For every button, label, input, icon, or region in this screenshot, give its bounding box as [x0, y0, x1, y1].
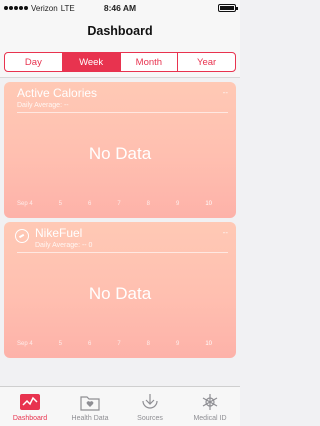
tab-medical-id[interactable]: Medical ID	[180, 387, 240, 426]
tab-label: Sources	[137, 415, 163, 422]
x-tick-label: 5	[58, 341, 63, 347]
segment-week[interactable]: Week	[62, 53, 121, 71]
card-subtitle: Daily Average: -- 0	[35, 242, 93, 249]
x-tick-label: 9	[175, 341, 180, 347]
chart-x-axis: Sep 4 5 6 7 8 9 10	[17, 201, 212, 207]
card-value: --	[222, 88, 228, 97]
x-tick-label: Sep 4	[17, 341, 33, 347]
x-tick-label: 10	[205, 201, 212, 207]
status-right	[156, 4, 238, 12]
x-tick-label: 9	[175, 201, 180, 207]
signal-strength-icon	[4, 6, 28, 10]
x-tick-label: 7	[117, 341, 121, 347]
nav-bar: Dashboard	[0, 16, 240, 46]
tab-health-data[interactable]: Health Data	[60, 387, 120, 426]
tab-label: Health Data	[71, 415, 109, 422]
dashboard-icon	[19, 392, 41, 412]
page-title: Dashboard	[87, 24, 153, 38]
active-calories-card[interactable]: Active Calories -- Daily Average: -- No …	[4, 82, 236, 218]
tab-label: Medical ID	[193, 415, 227, 422]
carrier-label: Verizon	[31, 3, 58, 13]
tab-sources[interactable]: Sources	[120, 387, 180, 426]
x-tick-label: 5	[58, 201, 63, 207]
card-value: --	[222, 228, 228, 237]
x-tick-label: 7	[117, 201, 121, 207]
medical-id-icon	[199, 392, 221, 412]
network-label: LTE	[60, 3, 75, 13]
x-tick-label: Sep 4	[17, 201, 33, 207]
sources-icon	[139, 392, 161, 412]
x-tick-label: 8	[146, 201, 150, 207]
segment-year[interactable]: Year	[178, 53, 235, 71]
chart-x-axis: Sep 4 5 6 7 8 9 10	[17, 341, 212, 347]
tab-dashboard[interactable]: Dashboard	[0, 387, 60, 426]
card-subtitle: Daily Average: --	[17, 102, 69, 109]
segment-container: Day Week Month Year	[0, 46, 240, 78]
tab-label: Dashboard	[12, 415, 48, 422]
x-tick-label: 6	[88, 201, 92, 207]
card-title: Active Calories	[17, 86, 98, 100]
no-data-message: No Data	[88, 144, 152, 163]
period-segmented-control: Day Week Month Year	[4, 52, 236, 72]
tab-bar: Dashboard Health Data Sources Medical ID	[0, 386, 240, 426]
status-left: Verizon LTE	[4, 4, 84, 13]
segment-day[interactable]: Day	[5, 53, 63, 71]
x-tick-label: 8	[146, 341, 150, 347]
health-data-icon	[79, 392, 101, 412]
x-tick-label: 10	[205, 341, 212, 347]
card-divider	[17, 112, 228, 113]
x-tick-label: 6	[88, 341, 92, 347]
battery-icon	[218, 4, 238, 12]
card-divider	[17, 252, 228, 253]
no-data-message: No Data	[88, 284, 152, 303]
activity-icon	[15, 229, 29, 243]
segment-month[interactable]: Month	[121, 53, 179, 71]
status-bar: Verizon LTE 8:46 AM	[0, 0, 240, 16]
nikefuel-card[interactable]: NikeFuel -- Daily Average: -- 0 No Data …	[4, 222, 236, 358]
status-time: 8:46 AM	[103, 3, 137, 13]
card-title: NikeFuel	[35, 226, 83, 240]
